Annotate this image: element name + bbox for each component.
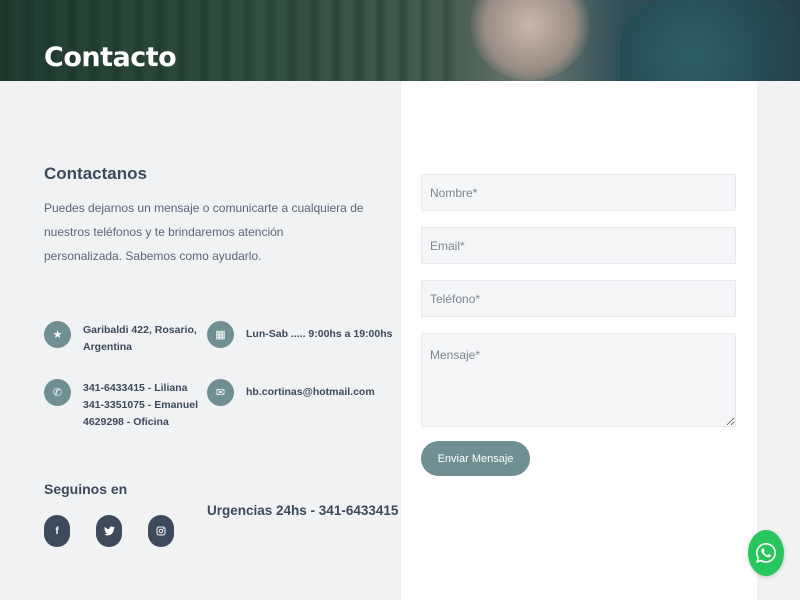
phone-line-2: 341-3351075 - Emanuel: [83, 399, 198, 411]
mensaje-field[interactable]: [421, 333, 736, 427]
social-heading: Seguinos en: [44, 481, 128, 497]
calendar-icon: ▦: [207, 321, 234, 348]
info-phones: ✆ 341-6433415 - Liliana 341-3351075 - Em…: [44, 379, 198, 431]
contact-heading: Contactanos: [44, 164, 147, 183]
hero-person: [620, 0, 800, 81]
email-field[interactable]: [421, 227, 736, 264]
twitter-icon[interactable]: [96, 515, 122, 547]
hero-banner: Contacto: [0, 0, 800, 81]
whatsapp-button[interactable]: [748, 530, 784, 576]
star-icon: ★: [44, 321, 71, 348]
phone-line-3: 4629298 - Oficina: [83, 416, 169, 428]
send-message-button[interactable]: Enviar Mensaje: [421, 441, 530, 476]
instagram-icon[interactable]: [148, 515, 174, 547]
telefono-field[interactable]: [421, 280, 736, 317]
email-text[interactable]: hb.cortinas@hotmail.com: [246, 384, 375, 401]
facebook-icon[interactable]: f: [44, 515, 70, 547]
address-line-2: Argentina: [83, 341, 133, 353]
info-address: ★ Garibaldi 422, Rosario, Argentina: [44, 321, 197, 356]
info-email[interactable]: ✉ hb.cortinas@hotmail.com: [207, 379, 375, 406]
contact-description: Puedes dejarnos un mensaje o comunicarte…: [44, 201, 364, 263]
hero-hands: [470, 0, 590, 80]
phone-icon: ✆: [44, 379, 71, 406]
urgencias-text: Urgencias 24hs - 341-6433415: [207, 503, 399, 518]
page-title: Contacto: [44, 42, 177, 73]
phone-line-1: 341-6433415 - Liliana: [83, 382, 188, 394]
address-line-1: Garibaldi 422, Rosario,: [83, 324, 197, 336]
hours-text: Lun-Sab ..... 9:00hs a 19:00hs: [246, 328, 393, 340]
envelope-icon: ✉: [207, 379, 234, 406]
whatsapp-icon: [756, 543, 776, 563]
info-hours: ▦ Lun-Sab ..... 9:00hs a 19:00hs: [207, 321, 392, 348]
nombre-field[interactable]: [421, 174, 736, 211]
